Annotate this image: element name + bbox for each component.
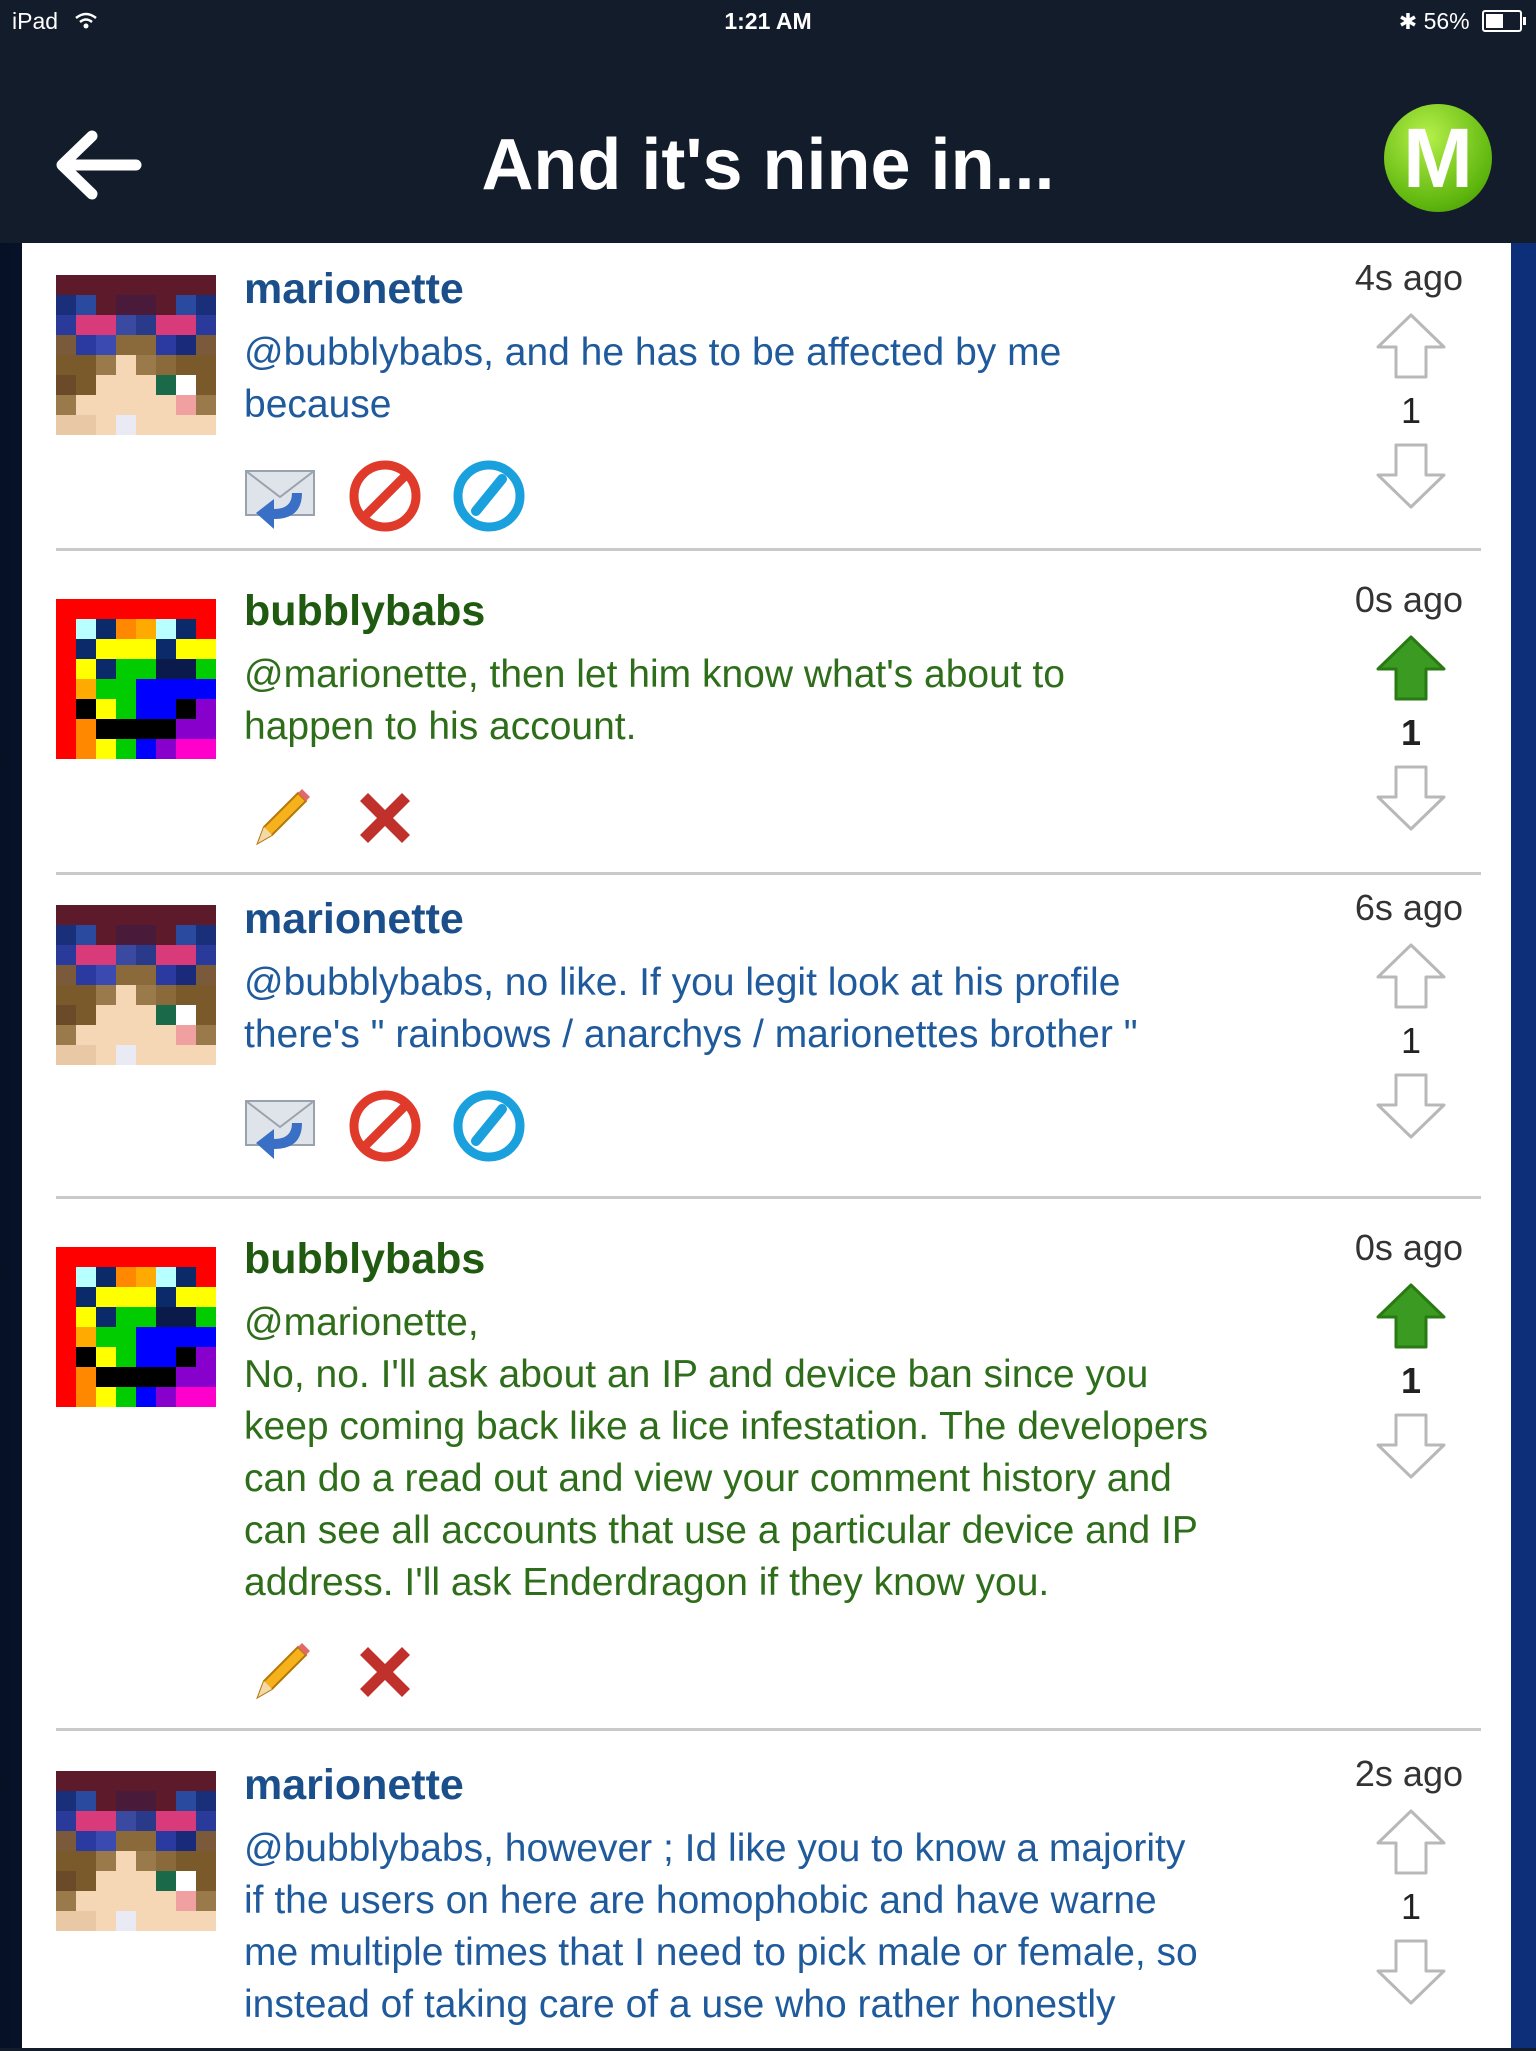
username[interactable]: marionette (244, 1761, 464, 1810)
edit-pencil-icon[interactable] (244, 1635, 318, 1709)
upvote-arrow-icon[interactable] (1374, 1281, 1448, 1351)
upvote-arrow-icon[interactable] (1374, 1807, 1448, 1877)
username[interactable]: marionette (244, 265, 464, 314)
vote-count: 1 (1400, 1886, 1422, 1927)
status-bar: iPad 1:21 AM ✱ 56% (0, 0, 1536, 42)
bluetooth-icon: ✱ (1398, 9, 1418, 34)
downvote-arrow-icon[interactable] (1374, 763, 1448, 833)
username[interactable]: marionette (244, 895, 464, 944)
ignore-icon[interactable] (452, 1089, 526, 1163)
delete-x-icon[interactable] (348, 781, 422, 855)
timestamp: 6s ago (1354, 887, 1463, 928)
comment-text: @marionette, then let him know what's ab… (244, 653, 1065, 748)
upvote-arrow-icon[interactable] (1374, 633, 1448, 703)
vote-count: 1 (1400, 712, 1422, 753)
vote-control: 1 (1374, 1281, 1448, 1481)
avatar-image[interactable] (56, 599, 216, 759)
username[interactable]: bubblybabs (244, 587, 485, 636)
upvote-arrow-icon[interactable] (1374, 941, 1448, 1011)
downvote-arrow-icon[interactable] (1374, 1411, 1448, 1481)
avatar[interactable] (56, 1489, 216, 1649)
downvote-arrow-icon[interactable] (1374, 1071, 1448, 1141)
username[interactable]: bubblybabs (244, 1235, 485, 1284)
comment-item: bubblybabs @marionette, then let him kno… (22, 551, 1511, 875)
avatar[interactable] (56, 1771, 216, 1931)
timestamp: 4s ago (1354, 257, 1463, 298)
comment-text: @marionette, No, no. I'll ask about an I… (244, 1301, 1208, 1604)
block-icon[interactable] (348, 459, 422, 533)
avatar[interactable] (56, 275, 216, 435)
downvote-arrow-icon[interactable] (1374, 1937, 1448, 2007)
app-logo-button[interactable]: M (1384, 104, 1492, 212)
comment-item: bubblybabs @marionette, No, no. I'll ask… (22, 1199, 1511, 1731)
timestamp: 0s ago (1354, 579, 1463, 620)
comment-text: @bubblybabs, and he has to be affected b… (244, 331, 1062, 426)
comment-item: marionette @bubblybabs, and he has to be… (22, 243, 1511, 551)
reply-icon[interactable] (244, 1089, 318, 1163)
comment-text: @bubblybabs, no like. If you legit look … (244, 961, 1138, 1056)
header: And it's nine in... (0, 42, 1536, 243)
comment-feed: marionette @bubblybabs, and he has to be… (22, 243, 1511, 2048)
comment-text: @bubblybabs, however ; Id like you to kn… (244, 1827, 1198, 2026)
comment-item: marionette @bubblybabs, no like. If you … (22, 875, 1511, 1199)
reply-icon[interactable] (244, 459, 318, 533)
vote-control: 1 (1374, 311, 1448, 511)
upvote-arrow-icon[interactable] (1374, 311, 1448, 381)
edit-pencil-icon[interactable] (244, 781, 318, 855)
block-icon[interactable] (348, 1089, 422, 1163)
vote-control: 1 (1374, 941, 1448, 1141)
vote-control: 1 (1374, 1807, 1448, 2007)
battery-percent: 56% (1423, 8, 1470, 34)
timestamp: 0s ago (1354, 1227, 1463, 1268)
vote-control: 1 (1374, 633, 1448, 833)
avatar[interactable] (56, 905, 216, 1065)
vote-count: 1 (1400, 1360, 1422, 1401)
comment-item: marionette @bubblybabs, however ; Id lik… (22, 1731, 1511, 2051)
clock: 1:21 AM (724, 8, 812, 34)
ignore-icon[interactable] (452, 459, 526, 533)
battery-icon (1482, 10, 1526, 32)
vote-count: 1 (1400, 390, 1422, 431)
page-title: And it's nine in... (481, 125, 1055, 205)
downvote-arrow-icon[interactable] (1374, 441, 1448, 511)
delete-x-icon[interactable] (348, 1635, 422, 1709)
timestamp: 2s ago (1354, 1753, 1463, 1794)
avatar-image[interactable] (56, 1247, 216, 1407)
vote-count: 1 (1400, 1020, 1422, 1061)
